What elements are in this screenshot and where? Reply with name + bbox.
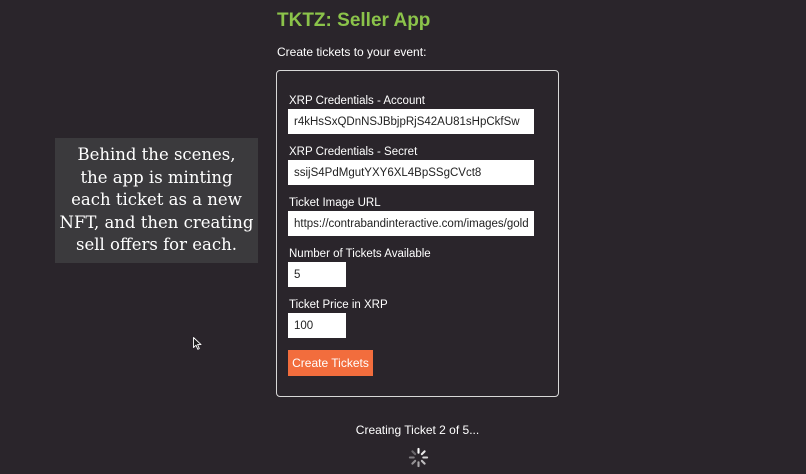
explanation-line: NFT, and then creating bbox=[59, 212, 254, 232]
ticket-price-input[interactable] bbox=[288, 313, 346, 338]
ticket-count-input[interactable] bbox=[288, 262, 346, 287]
account-label: XRP Credentials - Account bbox=[289, 95, 425, 107]
explanation-line: sell offers for each. bbox=[76, 235, 237, 255]
explanation-line: each ticket as a new bbox=[71, 190, 242, 210]
mouse-pointer-icon bbox=[193, 337, 202, 350]
account-input[interactable] bbox=[288, 109, 534, 134]
explanation-line: Behind the scenes, bbox=[77, 145, 236, 165]
image-url-label: Ticket Image URL bbox=[289, 197, 381, 209]
ticket-count-label: Number of Tickets Available bbox=[289, 248, 431, 260]
status-message: Creating Ticket 2 of 5... bbox=[355, 423, 480, 437]
explanation-line: the app is minting bbox=[80, 167, 233, 187]
create-tickets-button[interactable]: Create Tickets bbox=[288, 350, 373, 376]
image-url-input[interactable] bbox=[288, 211, 534, 236]
explanation-text: Behind the scenes, the app is minting ea… bbox=[57, 144, 257, 257]
explanation-overlay: Behind the scenes, the app is minting ea… bbox=[55, 138, 258, 263]
app-page: TKTZ: Seller App Create tickets to your … bbox=[0, 0, 806, 474]
loading-spinner-icon bbox=[408, 447, 429, 468]
secret-label: XRP Credentials - Secret bbox=[289, 146, 418, 158]
ticket-form: XRP Credentials - Account XRP Credential… bbox=[276, 70, 559, 397]
secret-input[interactable] bbox=[288, 160, 534, 185]
app-title: TKTZ: Seller App bbox=[277, 10, 431, 31]
page-subtitle: Create tickets to your event: bbox=[277, 45, 427, 59]
ticket-price-label: Ticket Price in XRP bbox=[289, 299, 388, 311]
